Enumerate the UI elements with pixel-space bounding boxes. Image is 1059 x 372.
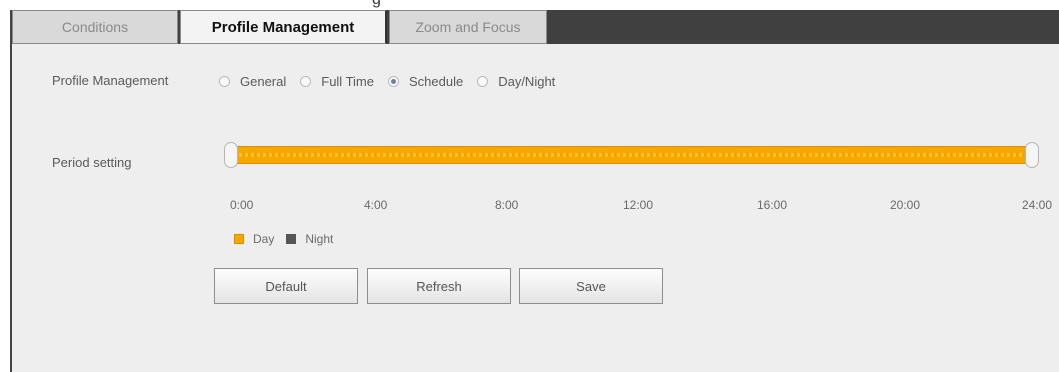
profile-radio-group: General Full Time Schedule Day/Night bbox=[219, 70, 569, 92]
radio-day-night-label: Day/Night bbox=[498, 73, 556, 89]
tick-label: 4:00 bbox=[364, 198, 388, 212]
save-button[interactable]: Save bbox=[519, 268, 663, 304]
radio-full-time[interactable]: Full Time bbox=[300, 74, 374, 89]
refresh-button[interactable]: Refresh bbox=[367, 268, 511, 304]
profile-management-label: Profile Management bbox=[52, 73, 169, 88]
tab-zoom-and-focus[interactable]: Zoom and Focus bbox=[389, 10, 547, 44]
legend-night-label: Night bbox=[305, 232, 334, 246]
radio-day-night-indicator[interactable] bbox=[477, 75, 489, 87]
tab-conditions[interactable]: Conditions bbox=[12, 10, 178, 44]
tick-label: 8:00 bbox=[495, 198, 519, 212]
legend-day-label: Day bbox=[253, 232, 275, 246]
radio-general-indicator[interactable] bbox=[219, 75, 230, 87]
settings-panel: Conditions Profile Management Zoom and F… bbox=[10, 10, 1059, 372]
default-button[interactable]: Default bbox=[214, 268, 358, 304]
period-day-range bbox=[232, 146, 1031, 164]
tab-bar: Conditions Profile Management Zoom and F… bbox=[12, 10, 1059, 44]
tick-label: 12:00 bbox=[623, 198, 654, 212]
night-swatch-icon bbox=[286, 234, 297, 244]
period-end-handle[interactable] bbox=[1025, 142, 1039, 168]
tick-label: 0:00 bbox=[230, 198, 254, 212]
period-setting-label: Period setting bbox=[52, 155, 132, 170]
radio-schedule-label: Schedule bbox=[408, 73, 464, 89]
period-ticks: 0:00 4:00 8:00 12:00 16:00 20:00 24:00 bbox=[230, 198, 1059, 214]
period-slider[interactable] bbox=[224, 142, 1039, 168]
day-swatch-icon bbox=[234, 234, 244, 244]
period-start-handle[interactable] bbox=[224, 142, 238, 168]
radio-full-time-label: Full Time bbox=[321, 73, 374, 89]
tick-label: 16:00 bbox=[757, 198, 788, 212]
tab-profile-management[interactable]: Profile Management bbox=[180, 10, 387, 44]
radio-general-label: General bbox=[240, 73, 287, 89]
tick-label: 20:00 bbox=[890, 198, 921, 212]
radio-schedule-indicator[interactable] bbox=[387, 75, 399, 87]
radio-full-time-indicator[interactable] bbox=[300, 75, 312, 87]
header-fragment: g bbox=[372, 0, 400, 10]
radio-schedule[interactable]: Schedule bbox=[387, 73, 464, 89]
radio-day-night[interactable]: Day/Night bbox=[477, 74, 555, 89]
period-legend: Day Night bbox=[234, 232, 333, 246]
radio-general[interactable]: General bbox=[219, 74, 286, 89]
tick-label: 24:00 bbox=[1022, 198, 1053, 212]
